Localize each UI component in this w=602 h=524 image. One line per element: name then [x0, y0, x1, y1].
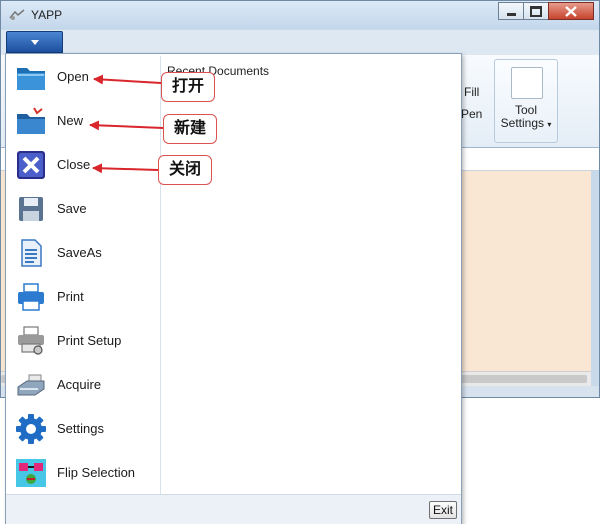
menu-item-print[interactable]: Print [10, 277, 160, 317]
menu-item-save[interactable]: Save [10, 189, 160, 229]
tool-settings-label: Tool Settings ▾ [495, 104, 557, 131]
exit-button[interactable]: Exit [429, 501, 457, 519]
annotation-callout-new: 新建 [163, 114, 218, 144]
maximize-button[interactable] [523, 2, 549, 20]
scanner-icon [17, 374, 45, 396]
open-folder-icon [17, 68, 45, 90]
flip-selection-icon [16, 459, 46, 487]
ribbon-pen-label[interactable]: Pen [461, 107, 482, 121]
menu-item-acquire[interactable]: Acquire [10, 365, 160, 405]
title-bar[interactable]: YAPP [1, 1, 599, 29]
menu-item-label: Print Setup [57, 333, 122, 348]
menu-commands: Open New Close Save SaveAs Print Print S… [6, 54, 160, 494]
close-window-button[interactable] [548, 2, 594, 20]
minimize-icon [506, 12, 516, 16]
ribbon-tab-strip [1, 30, 599, 55]
minimize-button[interactable] [498, 2, 524, 20]
print-setup-icon [18, 326, 44, 355]
menu-item-settings[interactable]: Settings [10, 409, 160, 449]
tool-settings-button[interactable]: Tool Settings ▾ [494, 59, 558, 143]
close-icon [565, 5, 577, 17]
menu-item-label: Save [57, 201, 87, 216]
printer-icon [18, 283, 44, 311]
save-disk-icon [19, 197, 43, 221]
menu-item-new[interactable]: New [10, 101, 160, 141]
annotation-callout-open: 打开 [161, 72, 216, 102]
gear-icon [16, 414, 46, 444]
menu-item-label: Settings [57, 421, 104, 436]
maximize-icon [530, 5, 542, 17]
menu-item-close[interactable]: Close [10, 145, 160, 185]
tool-settings-line2: Settings ▾ [495, 117, 557, 131]
application-menu-button[interactable] [6, 31, 63, 53]
application-menu: Open New Close Save SaveAs Print Print S… [5, 53, 462, 524]
menu-item-open[interactable]: Open [10, 57, 160, 97]
dropdown-arrow-icon: ▾ [547, 120, 552, 129]
tool-settings-line2-text: Settings [500, 116, 544, 130]
menu-item-saveas[interactable]: SaveAs [10, 233, 160, 273]
menu-item-print-setup[interactable]: Print Setup [10, 321, 160, 361]
new-folder-icon [17, 107, 45, 134]
menu-footer [6, 494, 461, 524]
menu-item-flip-selection[interactable]: Flip Selection [10, 453, 160, 493]
menu-separator [160, 56, 161, 494]
chevron-down-icon [31, 40, 39, 45]
menu-item-label: Acquire [57, 377, 102, 392]
menu-item-label: New [57, 113, 84, 128]
menu-item-label: Close [57, 157, 91, 172]
save-as-document-icon [21, 239, 42, 267]
menu-item-label: SaveAs [57, 245, 102, 260]
close-x-icon [17, 151, 45, 179]
window-title: YAPP [31, 8, 63, 22]
tool-settings-icon [511, 67, 543, 99]
ribbon-fill-label[interactable]: Fill [464, 85, 479, 99]
menu-item-label: Flip Selection [57, 465, 136, 480]
window-controls [498, 2, 594, 21]
menu-item-label: Open [57, 69, 89, 84]
annotation-callout-close: 关闭 [158, 155, 213, 185]
menu-item-label: Print [57, 289, 84, 304]
app-icon [9, 9, 25, 20]
